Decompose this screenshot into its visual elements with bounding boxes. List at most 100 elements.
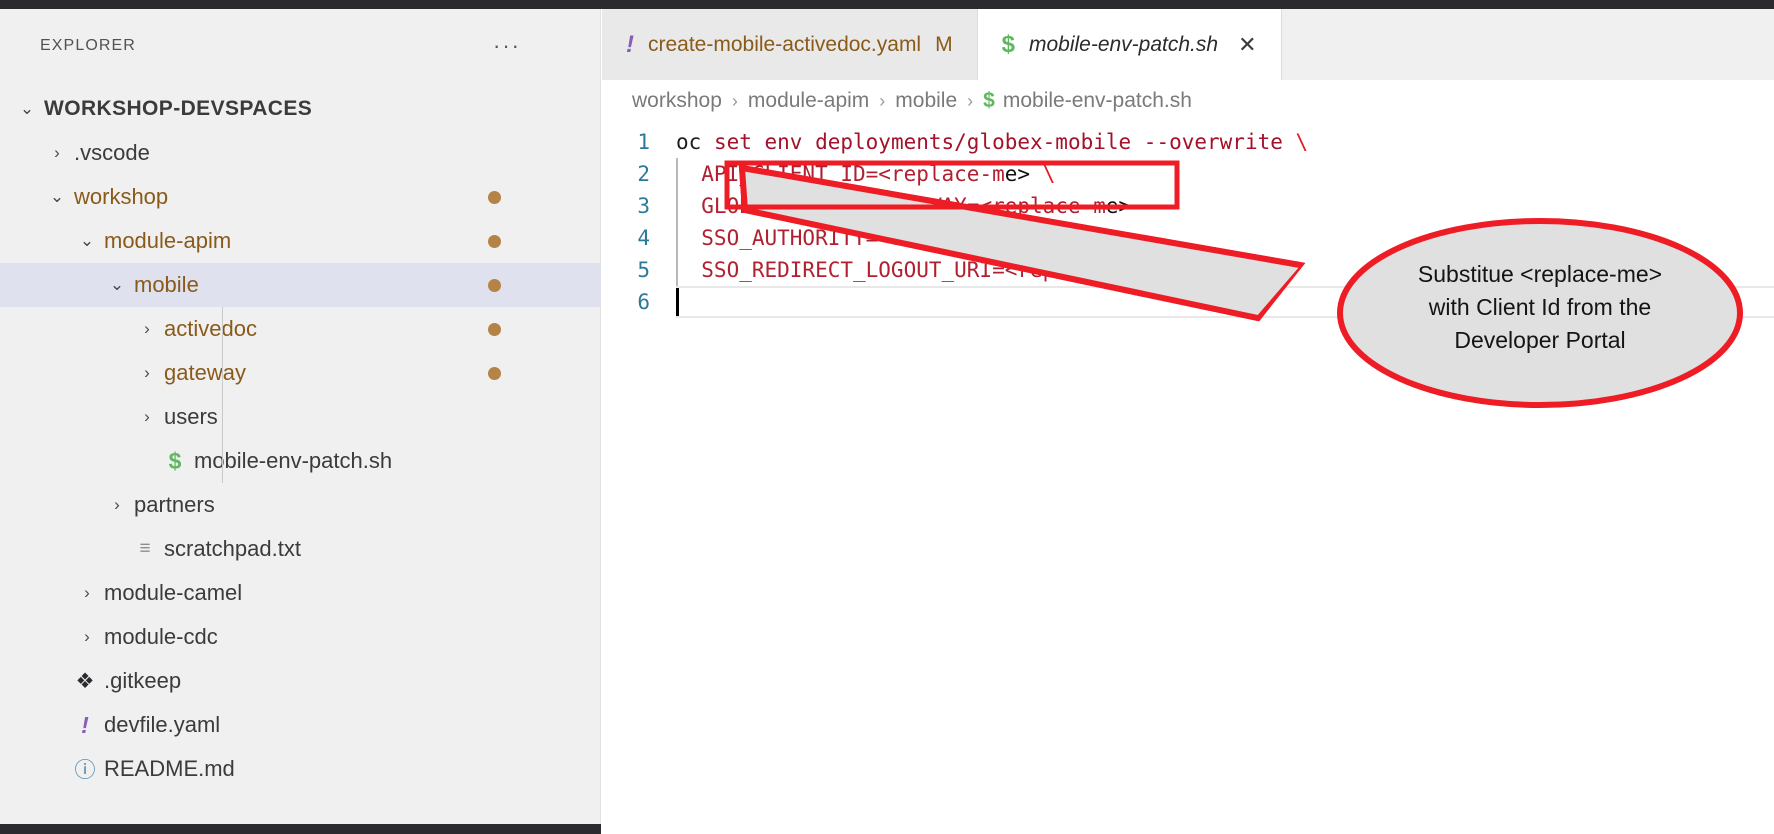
tree-item-vscode[interactable]: › .vscode xyxy=(0,131,601,175)
code-line-text: API_CLIENT_ID=<replace-me> \ xyxy=(664,162,1055,186)
vscode-window: EXPLORER ··· ⌄ WORKSHOP-DEVSPACES › .vscode… xyxy=(0,0,1774,834)
editor-tab-label: create-mobile-activedoc.yaml xyxy=(648,32,922,56)
tree-item-mobile[interactable]: ⌄ mobile xyxy=(0,263,601,307)
md-file-icon: ⓘ xyxy=(74,759,96,782)
code-indent-guide xyxy=(676,254,678,286)
breadcrumb-separator-icon: › xyxy=(731,90,738,111)
tree-item-label: scratchpad.txt xyxy=(164,536,301,561)
code-indent-guide xyxy=(676,222,678,254)
editor-tab-active[interactable]: $ mobile-env-patch.sh ✕ xyxy=(977,9,1282,80)
callout-text: Substitue <replace-me> with Client Id fr… xyxy=(1345,258,1735,357)
git-file-icon: ❖ xyxy=(75,669,95,693)
line-number: 5 xyxy=(637,258,650,282)
code-line[interactable]: 1 oc set env deployments/globex-mobile --… xyxy=(602,126,1774,158)
tree-item-module-apim[interactable]: ⌄ module-apim xyxy=(0,219,601,263)
sh-file-icon: $ xyxy=(983,89,995,112)
chevron-right-icon[interactable]: › xyxy=(44,143,70,163)
explorer-header: EXPLORER ··· xyxy=(0,26,601,66)
code-line[interactable]: 2 API_CLIENT_ID=<replace-me> \ xyxy=(602,158,1774,190)
code-line-text: oc set env deployments/globex-mobile --o… xyxy=(664,130,1308,154)
breadcrumb-separator-icon: › xyxy=(879,90,886,111)
chevron-right-icon[interactable]: › xyxy=(134,319,160,339)
sidebar-bottom-edge xyxy=(0,824,601,834)
tree-item-scratchpad-txt[interactable]: ≡ scratchpad.txt xyxy=(0,527,601,571)
callout-text-line-2: with Client Id from the xyxy=(1428,294,1652,320)
code-token: <replace-m xyxy=(878,162,1005,186)
code-line-text: SSO_REDIRECT_LOGOUT_URI=<replace-me> xyxy=(664,258,1156,282)
tree-item-workshop[interactable]: ⌄ workshop xyxy=(0,175,601,219)
editor-tab-inactive[interactable]: ! create-mobile-activedoc.yaml M xyxy=(602,9,978,80)
tree-item-partners[interactable]: › partners xyxy=(0,483,601,527)
line-number: 1 xyxy=(637,130,650,154)
code-token: e> xyxy=(1004,162,1031,186)
breadcrumb-item[interactable]: mobile xyxy=(895,89,957,113)
editor-tab-bar: ! create-mobile-activedoc.yaml M $ mobile-en… xyxy=(602,9,1774,80)
breadcrumb-item[interactable]: module-apim xyxy=(748,89,869,113)
code-token: \ xyxy=(1042,226,1056,250)
chevron-down-icon[interactable]: ⌄ xyxy=(44,187,70,207)
chevron-right-icon[interactable]: › xyxy=(134,363,160,383)
tree-item-module-cdc[interactable]: › module-cdc xyxy=(0,615,601,659)
file-tree: ⌄ WORKSHOP-DEVSPACES › .vscode ⌄ workshop ⌄ mod… xyxy=(0,87,601,791)
editor-area: ! create-mobile-activedoc.yaml M $ mobile-en… xyxy=(602,9,1774,834)
code-line[interactable]: 4 SSO_AUTHORITY=<replace-me> \ xyxy=(602,222,1774,254)
code-token: SSO_AUTHORITY= xyxy=(676,226,879,250)
tree-item-module-camel[interactable]: › module-camel xyxy=(0,571,601,615)
yaml-file-icon: ! xyxy=(81,711,89,738)
tree-item-activedoc[interactable]: › activedoc xyxy=(0,307,601,351)
code-line[interactable]: 3 GLOBEX_MOBILE_GATEWAY=<replace-me> xyxy=(602,190,1774,222)
code-line-text: SSO_AUTHORITY=<replace-me> \ xyxy=(664,226,1055,250)
line-number: 4 xyxy=(637,226,650,250)
modified-indicator-dot xyxy=(488,234,501,248)
chevron-right-icon[interactable]: › xyxy=(134,407,160,427)
code-token: oc xyxy=(676,130,702,154)
tree-item-label: users xyxy=(164,404,218,429)
explorer-title: EXPLORER xyxy=(40,37,136,54)
tree-item-gateway[interactable]: › gateway xyxy=(0,351,601,395)
tree-item-label: WORKSHOP-DEVSPACES xyxy=(44,97,313,120)
yaml-file-icon: ! xyxy=(626,30,634,58)
tree-item-label: module-camel xyxy=(104,580,243,605)
editor-tab-modified-badge: M xyxy=(935,32,953,56)
window-top-strip xyxy=(0,0,1774,9)
tree-item-readme-md[interactable]: ⓘ README.md xyxy=(0,747,601,791)
tree-item-mobile-env-patch-sh[interactable]: $ mobile-env-patch.sh xyxy=(0,439,601,483)
tree-item-label: activedoc xyxy=(164,316,257,341)
chevron-down-icon[interactable]: ⌄ xyxy=(14,99,40,119)
tree-item-label: devfile.yaml xyxy=(104,712,221,737)
tree-item-gitkeep[interactable]: ❖ .gitkeep xyxy=(0,659,601,703)
chevron-right-icon[interactable]: › xyxy=(74,627,100,647)
tree-item-label: module-apim xyxy=(104,228,232,253)
modified-indicator-dot xyxy=(488,278,501,292)
sh-file-icon: $ xyxy=(1001,30,1015,58)
tree-indent-guide xyxy=(222,307,223,483)
line-number: 3 xyxy=(637,194,650,218)
chevron-right-icon[interactable]: › xyxy=(74,583,100,603)
tree-item-label: module-cdc xyxy=(104,624,218,649)
more-actions-icon[interactable]: ··· xyxy=(493,35,521,57)
tree-item-workshop-devspaces[interactable]: ⌄ WORKSHOP-DEVSPACES xyxy=(0,87,601,131)
editor-tab-label: mobile-env-patch.sh xyxy=(1028,32,1219,56)
breadcrumb-item[interactable]: workshop xyxy=(632,89,722,113)
chevron-down-icon[interactable]: ⌄ xyxy=(74,231,100,251)
tree-item-label: partners xyxy=(134,492,215,517)
code-indent-guide xyxy=(676,158,678,190)
chevron-down-icon[interactable]: ⌄ xyxy=(104,275,130,295)
breadcrumb-item[interactable]: mobile-env-patch.sh xyxy=(1003,89,1192,113)
breadcrumb: workshop › module-apim › mobile › $ mobile-env-… xyxy=(602,80,1774,122)
code-token: \ xyxy=(1295,130,1309,154)
code-token: e> xyxy=(1131,258,1157,282)
code-token: GLOBEX_MOBILE_GATEWAY= xyxy=(676,194,980,218)
line-number: 2 xyxy=(637,162,650,186)
text-cursor xyxy=(676,288,679,316)
tree-item-users[interactable]: › users xyxy=(0,395,601,439)
close-icon[interactable]: ✕ xyxy=(1238,33,1256,56)
chevron-right-icon[interactable]: › xyxy=(104,495,130,515)
code-line-text: GLOBEX_MOBILE_GATEWAY=<replace-me> xyxy=(664,194,1131,218)
tree-item-devfile-yaml[interactable]: ! devfile.yaml xyxy=(0,703,601,747)
tab-bar-empty-space xyxy=(1281,9,1774,80)
modified-indicator-dot xyxy=(488,322,501,336)
tree-item-label: mobile-env-patch.sh xyxy=(194,448,393,473)
